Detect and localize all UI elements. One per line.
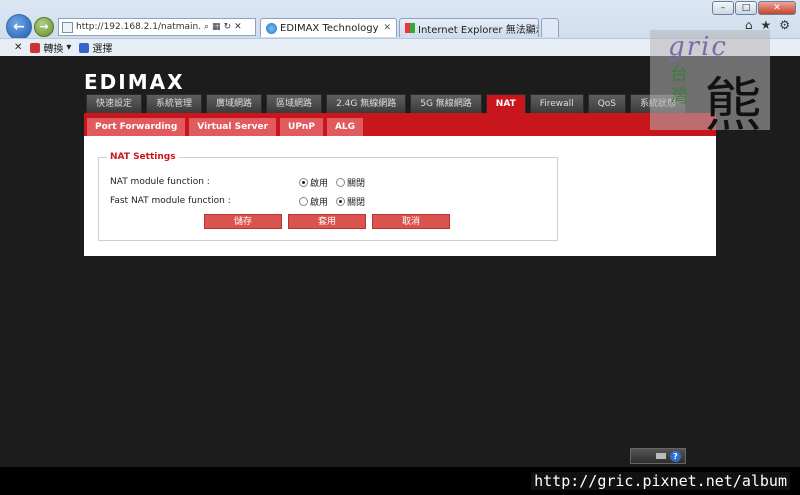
nat-settings-legend: NAT Settings	[107, 152, 179, 162]
nat-module-enable[interactable]: 啟用	[299, 176, 328, 189]
apply-button[interactable]: 套用	[288, 214, 366, 229]
fast-nat-module-disable[interactable]: 關閉	[336, 195, 365, 208]
select-icon	[79, 42, 90, 53]
subtab-port-forwarding[interactable]: Port Forwarding	[87, 118, 186, 136]
convert-button[interactable]: 轉換 ▾	[30, 40, 71, 55]
fast-nat-module-label: Fast NAT module function :	[110, 196, 231, 206]
select-button[interactable]: 選擇	[79, 40, 112, 55]
radio-disable-selected[interactable]	[336, 197, 346, 206]
subtab-upnp[interactable]: UPnP	[280, 118, 323, 136]
address-bar[interactable]: http://192.168.2.1/natmain.asp ⌕ ▦ ↻ ✕	[58, 18, 256, 36]
nat-module-options: 啟用 關閉	[299, 176, 365, 189]
watermark: gric 台灣 熊	[650, 30, 770, 139]
browser-tab-title: Internet Explorer 無法顯示網頁	[418, 24, 538, 36]
radio-enable-selected[interactable]	[299, 178, 308, 187]
subtab-alg[interactable]: ALG	[326, 118, 364, 136]
tab-system[interactable]: 系統管理	[146, 94, 203, 113]
radio-disable[interactable]	[336, 178, 346, 187]
new-tab-button[interactable]	[541, 18, 559, 37]
ie-icon	[266, 22, 277, 34]
stop-icon[interactable]: ✕	[234, 22, 242, 32]
help-icon[interactable]: ?	[670, 450, 681, 462]
tab-wan[interactable]: 廣域網路	[206, 94, 263, 113]
content-panel: NAT Settings NAT module function : 啟用 關閉…	[84, 136, 716, 256]
close-bar-icon[interactable]: ✕	[14, 42, 22, 53]
tab-firewall[interactable]: Firewall	[529, 94, 584, 113]
cancel-button[interactable]: 取消	[372, 214, 450, 229]
fast-nat-module-enable[interactable]: 啟用	[299, 195, 328, 208]
save-button[interactable]: 儲存	[204, 214, 282, 229]
gear-icon[interactable]: ⚙	[779, 18, 790, 32]
page-icon	[62, 21, 73, 33]
nat-module-disable[interactable]: 關閉	[336, 176, 365, 189]
help-widget[interactable]: ?	[630, 448, 686, 464]
tab-wireless-5g[interactable]: 5G 無線網路	[410, 94, 482, 113]
close-window-icon[interactable]: ✕	[758, 1, 796, 15]
windows-icon	[405, 23, 415, 33]
tab-quick-setup[interactable]: 快速設定	[86, 94, 143, 113]
edimax-logo: EDIMAX	[84, 70, 185, 94]
radio-enable[interactable]	[299, 197, 308, 206]
compatibility-icon[interactable]: ▦	[212, 22, 221, 32]
minimize-icon[interactable]: –	[712, 1, 734, 15]
keyboard-icon[interactable]	[656, 453, 666, 459]
address-text[interactable]: http://192.168.2.1/natmain.asp	[76, 22, 201, 32]
sub-nav: Port Forwarding Virtual Server UPnP ALG	[87, 118, 364, 136]
tab-qos[interactable]: QoS	[587, 94, 626, 113]
action-buttons: 儲存 套用 取消	[204, 214, 450, 229]
footer-bar: http://gric.pixnet.net/album	[0, 467, 800, 495]
tab-wireless-24g[interactable]: 2.4G 無線網路	[326, 94, 407, 113]
fast-nat-module-options: 啟用 關閉	[299, 195, 365, 208]
browser-tab-inactive[interactable]: Internet Explorer 無法顯示網頁	[399, 18, 539, 37]
forward-arrow-icon[interactable]: →	[34, 17, 54, 37]
back-arrow-icon[interactable]: ←	[6, 14, 32, 40]
browser-tab-active[interactable]: EDIMAX Technology ✕	[260, 18, 397, 37]
maximize-icon[interactable]: □	[735, 1, 757, 15]
nat-settings-group: NAT Settings NAT module function : 啟用 關閉…	[98, 152, 558, 241]
convert-icon	[30, 42, 41, 53]
footer-url: http://gric.pixnet.net/album	[531, 472, 790, 490]
tab-nat[interactable]: NAT	[485, 94, 526, 113]
search-icon[interactable]: ⌕	[204, 22, 209, 32]
tab-lan[interactable]: 區域網路	[266, 94, 323, 113]
nat-module-label: NAT module function :	[110, 177, 210, 187]
browser-tab-title: EDIMAX Technology	[280, 22, 379, 34]
window-controls: – □ ✕	[712, 1, 796, 15]
tab-close-icon[interactable]: ✕	[383, 23, 391, 33]
chevron-down-icon[interactable]: ▾	[66, 42, 71, 53]
subtab-virtual-server[interactable]: Virtual Server	[189, 118, 277, 136]
top-nav: 快速設定 系統管理 廣域網路 區域網路 2.4G 無線網路 5G 無線網路 NA…	[86, 94, 687, 113]
refresh-icon[interactable]: ↻	[224, 22, 232, 32]
